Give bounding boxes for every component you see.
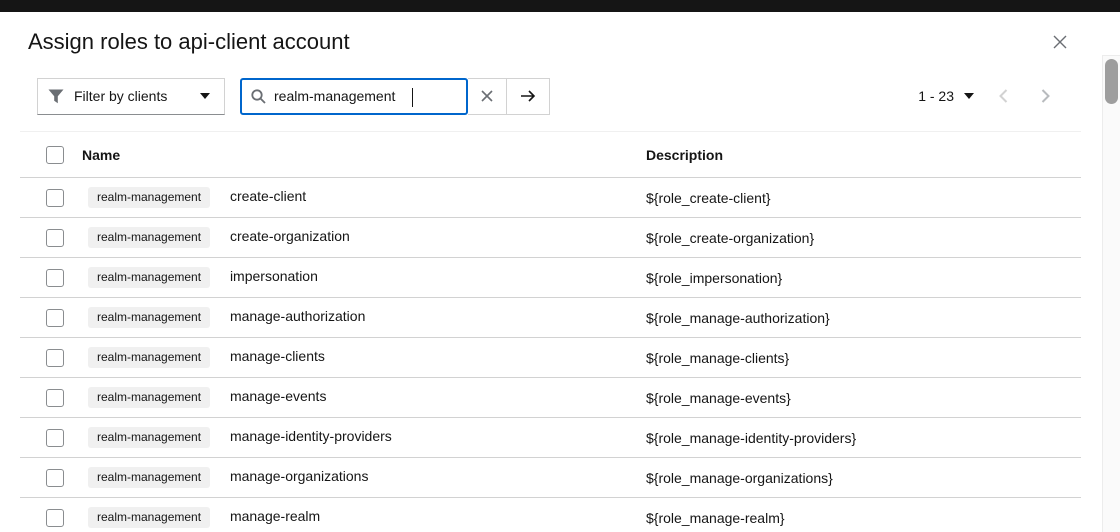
chevron-down-icon <box>964 93 974 99</box>
row-name: manage-clients <box>229 348 325 365</box>
clear-icon <box>481 90 493 102</box>
table-row: realm-management create-client ${role_cr… <box>20 177 1081 218</box>
row-description: ${role_manage-realm} <box>646 509 785 526</box>
filter-icon <box>48 89 64 104</box>
table-row: realm-management manage-organizations ${… <box>20 457 1081 498</box>
row-description: ${role_manage-identity-providers} <box>646 429 857 446</box>
row-checkbox[interactable] <box>46 348 64 367</box>
row-checkbox[interactable] <box>46 188 64 207</box>
column-header-name: Name <box>82 131 646 178</box>
row-badge: realm-management <box>88 427 211 448</box>
select-all-checkbox[interactable] <box>46 145 64 164</box>
row-description: ${role_manage-events} <box>646 389 791 406</box>
arrow-right-icon <box>520 89 536 103</box>
assign-roles-modal: Assign roles to api-client account Filte… <box>0 12 1102 532</box>
search-icon <box>251 88 266 104</box>
modal-header: Assign roles to api-client account <box>0 12 1102 56</box>
row-badge: realm-management <box>88 507 211 528</box>
row-name: impersonation <box>229 268 318 285</box>
row-name: manage-identity-providers <box>229 428 392 445</box>
row-badge: realm-management <box>88 267 211 288</box>
table-header: Name Description <box>20 131 1081 178</box>
page: Assign roles to api-client account Filte… <box>0 0 1120 532</box>
row-checkbox[interactable] <box>46 388 64 407</box>
filter-by-clients-dropdown[interactable]: Filter by clients <box>37 77 225 115</box>
table-row: realm-management create-organization ${r… <box>20 217 1081 258</box>
search-submit-button[interactable] <box>507 79 549 114</box>
row-badge: realm-management <box>88 307 211 328</box>
table-row: realm-management manage-events ${role_ma… <box>20 377 1081 418</box>
close-icon <box>1053 35 1067 49</box>
search-input[interactable] <box>274 88 458 104</box>
clear-search-button[interactable] <box>468 79 506 114</box>
row-name: manage-realm <box>229 508 321 525</box>
row-name: manage-organizations <box>229 468 369 485</box>
column-header-description: Description <box>646 131 1081 178</box>
masthead-strip <box>0 0 1120 12</box>
modal-title: Assign roles to api-client account <box>28 29 350 54</box>
pagination-range-dropdown[interactable]: 1 - 23 <box>910 78 982 114</box>
row-badge: realm-management <box>88 387 211 408</box>
pagination-next-button[interactable] <box>1024 78 1066 114</box>
row-checkbox[interactable] <box>46 508 64 527</box>
row-badge: realm-management <box>88 347 211 368</box>
row-name: create-organization <box>229 228 350 245</box>
table-row: realm-management impersonation ${role_im… <box>20 257 1081 298</box>
search-utilities <box>468 77 550 115</box>
chevron-right-icon <box>1041 89 1050 103</box>
row-name: create-client <box>229 188 307 205</box>
chevron-left-icon <box>998 89 1008 103</box>
row-checkbox[interactable] <box>46 428 64 447</box>
text-cursor <box>412 87 413 107</box>
row-badge: realm-management <box>88 467 211 488</box>
row-description: ${role_create-organization} <box>646 229 815 246</box>
row-badge: realm-management <box>88 227 211 248</box>
toolbar: Filter by clients realm-management 1 - 2… <box>37 76 1066 116</box>
table-row: realm-management manage-authorization ${… <box>20 297 1081 338</box>
row-checkbox[interactable] <box>46 468 64 487</box>
row-checkbox[interactable] <box>46 228 64 247</box>
pagination-prev-button[interactable] <box>982 78 1024 114</box>
row-description: ${role_manage-authorization} <box>646 309 830 326</box>
filter-label: Filter by clients <box>74 88 168 104</box>
table-row: realm-management manage-realm ${role_man… <box>20 497 1081 532</box>
row-description: ${role_manage-organizations} <box>646 469 833 486</box>
close-button[interactable] <box>1048 30 1072 54</box>
row-name: manage-events <box>229 388 327 405</box>
row-description: ${role_manage-clients} <box>646 349 790 366</box>
row-description: ${role_impersonation} <box>646 269 783 286</box>
search-input-group <box>240 77 468 115</box>
pagination: 1 - 23 <box>910 78 1066 114</box>
search-group <box>240 77 550 115</box>
row-checkbox[interactable] <box>46 268 64 287</box>
pagination-range-label: 1 - 23 <box>918 88 954 104</box>
row-checkbox[interactable] <box>46 308 64 327</box>
row-description: ${role_create-client} <box>646 189 771 206</box>
row-name: manage-authorization <box>229 308 366 325</box>
table-row: realm-management manage-clients ${role_m… <box>20 337 1081 378</box>
roles-table: Name Description realm-management create… <box>20 131 1081 532</box>
chevron-down-icon <box>200 93 210 99</box>
vertical-scrollbar[interactable] <box>1102 55 1120 532</box>
table-row: realm-management manage-identity-provide… <box>20 417 1081 458</box>
row-badge: realm-management <box>88 187 211 208</box>
scrollbar-thumb[interactable] <box>1105 59 1118 104</box>
role-table-body: realm-management create-client ${role_cr… <box>20 177 1081 532</box>
